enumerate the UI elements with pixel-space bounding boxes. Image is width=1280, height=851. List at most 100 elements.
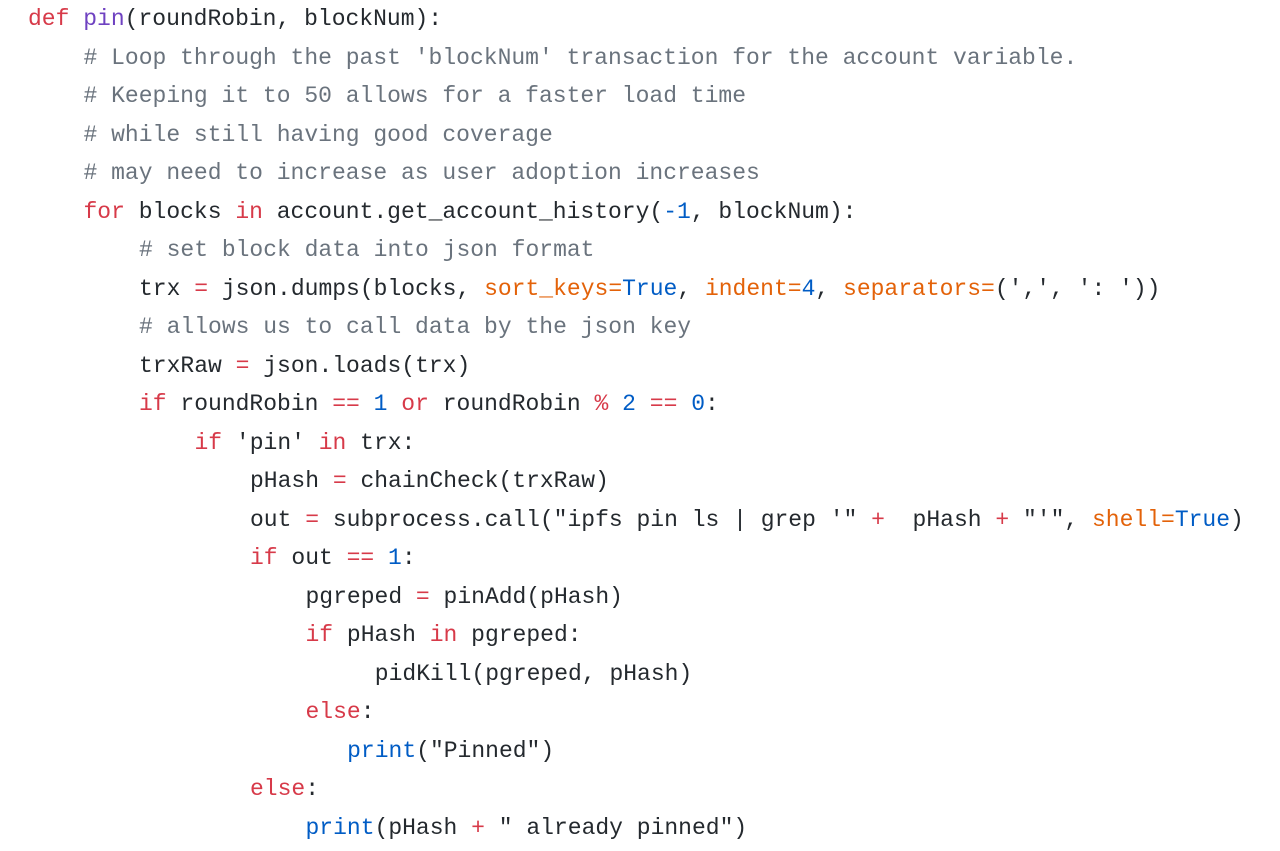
code-token: +: [471, 814, 485, 841]
code-token: json.dumps(blocks,: [208, 275, 485, 302]
code-token: pgreped:: [457, 622, 582, 648]
code-token: :: [705, 391, 719, 417]
code-token: if: [139, 391, 167, 417]
code-token: %: [594, 391, 609, 417]
code-token: pHash: [250, 468, 333, 494]
code-token: # allows us to call data by the json key: [139, 314, 692, 340]
code-token: 4: [801, 275, 816, 302]
code-line: else:: [306, 693, 375, 731]
code-token: blocks: [124, 198, 236, 225]
code-token: :: [401, 545, 416, 571]
code-token: if: [305, 622, 334, 648]
code-token: 'pin': [222, 429, 319, 456]
code-token: # while still having good coverage: [83, 121, 553, 148]
code-token: pinAdd(pHash): [429, 583, 623, 610]
code-token: 0: [691, 391, 706, 417]
code-token: ==: [332, 391, 360, 417]
code-token: indent: [704, 275, 788, 302]
code-token: ==: [346, 545, 375, 571]
code-token: or: [401, 391, 429, 417]
code-token: pidKill(pgreped, pHash): [361, 660, 693, 687]
code-token: trx:: [346, 429, 416, 456]
code-line: trx = json.dumps(blocks, sort_keys=True,…: [139, 270, 1161, 308]
code-token: 2: [622, 391, 636, 417]
code-token: pHash: [884, 506, 996, 533]
code-line: for blocks in account.get_account_histor…: [84, 193, 857, 231]
code-line: # set block data into json format: [139, 231, 594, 269]
code-token: (pHash: [374, 814, 472, 841]
code-line: if pHash in pgreped:: [306, 616, 582, 654]
code-line: pidKill(pgreped, pHash): [361, 655, 692, 693]
code-line: trxRaw = json.loads(trx): [139, 347, 470, 385]
code-token: trx: [139, 275, 195, 302]
code-token: out: [250, 506, 306, 533]
code-token: chainCheck(trxRaw): [346, 468, 609, 494]
code-token: pgreped: [305, 583, 416, 610]
code-token: if: [194, 429, 223, 456]
code-token: trxRaw: [139, 352, 236, 379]
code-token: else: [250, 776, 306, 802]
code-token: separators: [843, 275, 982, 302]
code-token: ,: [815, 275, 844, 302]
code-token: in: [318, 429, 347, 456]
code-token: =: [235, 352, 250, 379]
code-line: pHash = chainCheck(trxRaw): [250, 462, 609, 500]
code-token: print: [305, 814, 375, 841]
code-token: (',', ': ')): [994, 275, 1161, 302]
code-token: =: [787, 275, 802, 302]
code-token: 1: [388, 545, 402, 571]
code-line: else:: [250, 770, 319, 808]
code-token: account.get_account_history(: [262, 198, 664, 225]
code-token: =: [332, 468, 347, 494]
code-line: if out == 1:: [250, 539, 416, 577]
code-token: roundRobin: [428, 391, 595, 417]
code-token: =: [1161, 506, 1175, 533]
code-token: in: [429, 622, 458, 648]
code-token: =: [981, 275, 995, 302]
code-token: =: [305, 506, 320, 533]
code-line: if roundRobin == 1 or roundRobin % 2 == …: [139, 385, 719, 423]
code-line: # Loop through the past 'blockNum' trans…: [84, 39, 1078, 77]
code-token: in: [235, 198, 263, 225]
code-token: subprocess.call("ipfs pin ls | grep '": [319, 506, 872, 533]
code-token: ==: [649, 391, 678, 417]
code-token: pin: [83, 6, 125, 32]
code-token: ("Pinned"): [416, 737, 555, 764]
code-token: out: [277, 545, 347, 571]
code-token: =: [608, 275, 623, 302]
code-token: ): [1230, 506, 1244, 533]
code-token: 1: [373, 391, 388, 417]
code-line: print("Pinned"): [347, 732, 554, 770]
code-token: True: [1174, 506, 1231, 533]
code-token: +: [871, 506, 885, 533]
code-line: # while still having good coverage: [84, 116, 553, 154]
code-line: print(pHash + " already pinned"): [306, 809, 748, 847]
code-token: # may need to increase as user adoption …: [83, 160, 760, 186]
code-token: +: [995, 506, 1010, 533]
code-token: if: [250, 545, 278, 571]
code-token: else: [305, 699, 361, 725]
code-line: out = subprocess.call("ipfs pin ls | gre…: [250, 501, 1244, 539]
code-token: # Loop through the past 'blockNum' trans…: [83, 44, 1078, 71]
code-token: roundRobin: [166, 391, 333, 417]
code-token: =: [194, 275, 209, 302]
code-token: =: [415, 583, 430, 610]
code-token: True: [622, 275, 678, 302]
code-line: # allows us to call data by the json key: [139, 308, 691, 346]
code-token: sort_keys: [484, 275, 609, 302]
code-token: json.loads(trx): [249, 352, 471, 379]
code-token: -1: [663, 198, 691, 225]
code-token: , blockNum):: [690, 198, 857, 225]
code-token: " already pinned"): [484, 814, 748, 841]
code-token: (roundRobin, blockNum):: [124, 6, 443, 32]
code-line: # Keeping it to 50 allows for a faster l…: [84, 77, 747, 115]
code-line: def pin(roundRobin, blockNum):: [28, 0, 442, 38]
code-token: shell: [1092, 506, 1162, 533]
code-token: # set block data into json format: [139, 237, 595, 263]
